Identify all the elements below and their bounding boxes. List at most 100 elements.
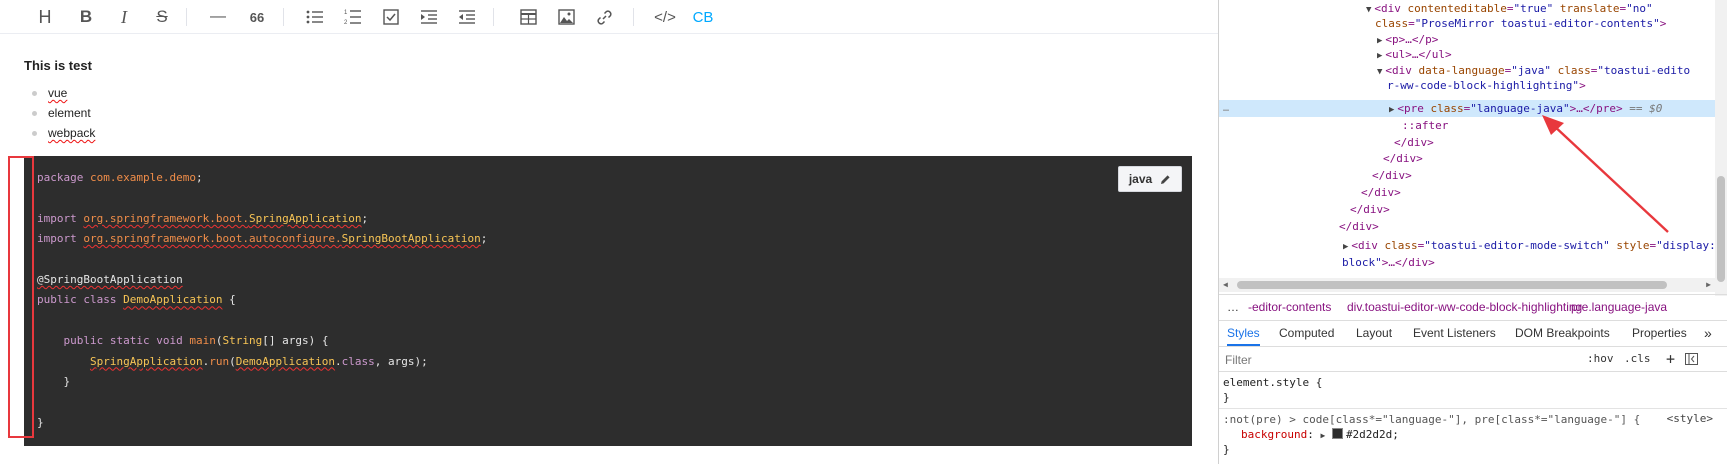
italic-button[interactable]: I [109,4,139,30]
code-block-icon: CB [692,8,714,26]
tag-name: <div [1351,239,1385,252]
bullet-list: vue element webpack [32,83,95,143]
outdent-button[interactable] [452,4,482,30]
code-token: , args); [374,354,428,368]
rule-divider [1219,408,1727,409]
css-selector[interactable]: :not(pre) > code[class*="language-"], pr… [1223,412,1640,427]
scrollbar-thumb[interactable] [1237,281,1667,289]
image-icon [557,9,575,25]
filter-input[interactable] [1223,349,1587,370]
code-token: SpringBootApplication [341,232,481,246]
editor-toolbar: H B I S — 66 12 </> CB [0,0,1218,34]
hr-button[interactable]: — [203,4,233,30]
breadcrumb-more[interactable]: … [1227,295,1239,320]
dom-node[interactable]: ▶ <ul>…</ul> [1377,46,1452,63]
tag-name: <div [1385,64,1419,77]
style-source-link[interactable]: <style> [1667,412,1713,425]
tab-dom-breakpoints[interactable]: DOM Breakpoints [1515,320,1610,346]
toggle-sidebar-icon[interactable] [1685,353,1698,365]
code-token: { [222,293,236,307]
css-property: background [1241,428,1308,441]
tab-styles[interactable]: Styles [1227,320,1260,346]
expanded-triangle-icon[interactable]: ▼ [1366,5,1371,15]
styles-filter-bar: :hov .cls + [1219,347,1727,372]
bullet-list-button[interactable] [300,4,330,30]
attr-value: "ProseMirror toastui-editor-contents" [1414,17,1660,30]
closing-tag: </div> [1394,136,1434,149]
scrollbar-thumb[interactable] [1717,176,1725,282]
breadcrumb-item-active[interactable]: pre.language-java [1571,295,1667,320]
attr-value: "toastui-editor-mode-switch" [1424,239,1610,252]
heading-icon: H [38,6,52,27]
more-icon[interactable]: … [1223,100,1229,117]
link-button[interactable] [589,4,619,30]
closing-tag: </div> [1339,220,1379,233]
code-block-button[interactable]: CB [688,4,718,30]
language-button[interactable]: java [1118,166,1182,192]
task-list-button[interactable] [376,4,406,30]
list-item-text: element [48,106,91,120]
code-token: DemoApplication [235,354,336,368]
cls-toggle[interactable]: .cls [1624,347,1651,371]
collapsed-triangle-icon[interactable]: ▶ [1389,105,1394,115]
tab-computed[interactable]: Computed [1279,320,1334,346]
code-block[interactable]: package com.example.demo; import org.spr… [24,156,1192,446]
italic-icon: I [121,6,127,27]
css-value: #2d2d2d; [1345,428,1399,441]
vertical-scrollbar[interactable] [1715,0,1727,296]
heading-button[interactable]: H [30,4,60,30]
color-swatch[interactable] [1331,428,1343,439]
hov-toggle[interactable]: :hov [1587,347,1614,371]
breadcrumb-item[interactable]: -editor-contents [1248,295,1331,320]
code-token: class [341,354,375,368]
ordered-list-button[interactable]: 12 [338,4,368,30]
collapsed-triangle-icon[interactable]: ▶ [1343,242,1348,252]
horizontal-scrollbar[interactable]: ◀ ▶ [1219,278,1715,292]
attr-value: "toastui-edito [1597,64,1691,77]
code-token: import [37,232,77,246]
table-button[interactable] [513,4,543,30]
image-button[interactable] [551,4,581,30]
strike-icon: S [156,7,168,26]
pseudo-element[interactable]: ::after [1402,117,1448,134]
closing-tag: </div> [1383,152,1423,165]
strike-button[interactable]: S [147,4,177,30]
code-token: } [37,415,44,429]
document-heading: This is test [24,58,92,73]
css-declaration[interactable]: background: ▶ #2d2d2d; [1241,427,1399,443]
checkbox-icon [383,9,399,25]
inline-code-button[interactable]: </> [650,4,680,30]
toolbar-divider [633,8,634,26]
link-icon [596,9,612,25]
annotation-highlight-box [8,156,34,438]
collapsed-triangle-icon[interactable]: ▶ [1377,51,1382,61]
attr-name: data-language [1418,64,1505,77]
scroll-right-icon[interactable]: ▶ [1706,278,1711,292]
scroll-left-icon[interactable]: ◀ [1223,278,1228,292]
attr-name: class [1375,17,1409,30]
dom-node[interactable]: ▶ <div class="toastui-editor-mode-switch"… [1343,237,1715,254]
indent-button[interactable] [414,4,444,30]
dom-node-cont: block">…</div> [1342,254,1435,271]
code-token: . [335,354,342,368]
bold-button[interactable]: B [71,4,101,30]
expanded-triangle-icon[interactable]: ▼ [1377,67,1382,77]
more-tabs-icon[interactable]: » [1704,320,1712,346]
code-token: ; [195,171,203,184]
closing-tag: </div> [1350,203,1390,216]
breadcrumb-item[interactable]: div.toastui-editor-ww-code-block-highlig… [1347,295,1582,320]
breadcrumb: … -editor-contents div.toastui-editor-ww… [1219,294,1727,321]
tag-name: <pre [1397,102,1431,115]
code-token: } [63,375,71,389]
expand-triangle-icon[interactable]: ▶ [1320,431,1325,440]
tab-event-listeners[interactable]: Event Listeners [1413,320,1496,346]
styles-tabbar: Styles Computed Layout Event Listeners D… [1219,320,1727,347]
collapsed-triangle-icon[interactable]: ▶ [1377,36,1382,46]
attr-name: style [1616,239,1650,252]
quote-button[interactable]: 66 [242,4,272,30]
tab-layout[interactable]: Layout [1356,320,1392,346]
element-style-selector[interactable]: element.style { [1223,375,1322,390]
new-rule-button[interactable]: + [1666,347,1675,371]
tag-name: <ul>…</ul> [1385,48,1452,61]
tab-properties[interactable]: Properties [1632,320,1687,346]
